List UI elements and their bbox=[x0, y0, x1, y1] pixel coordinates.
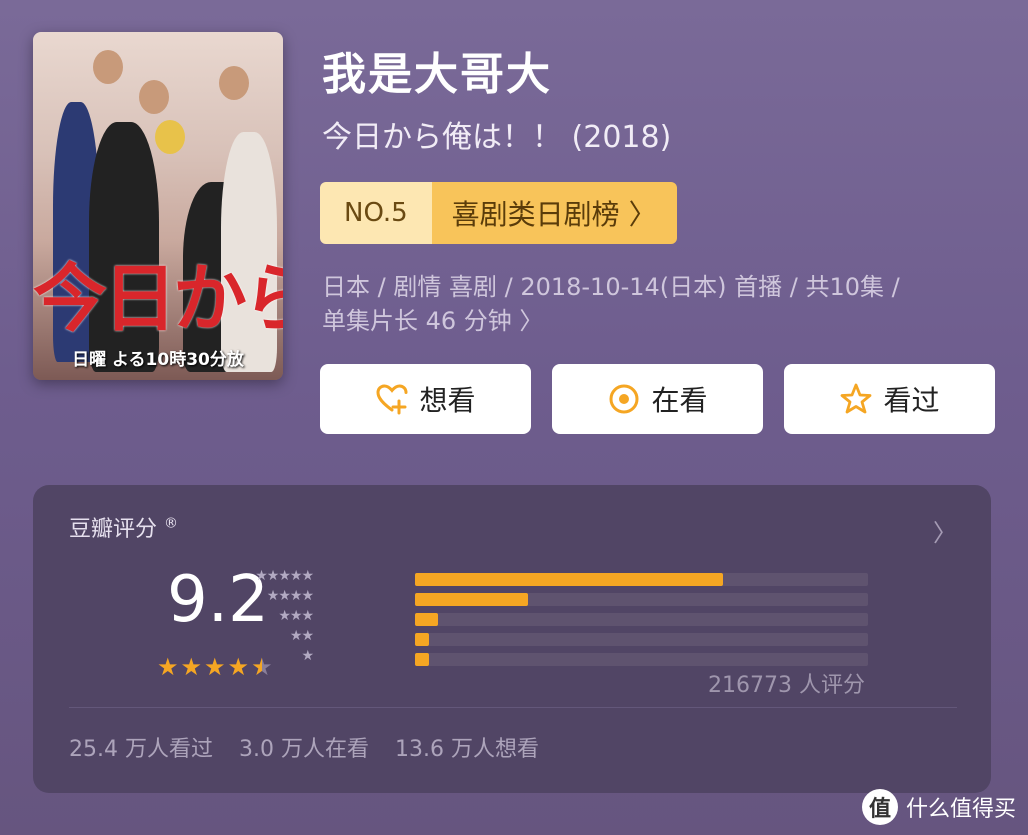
poster-head bbox=[219, 66, 249, 100]
target-icon bbox=[609, 384, 639, 414]
rating-count: 216773 人评分 bbox=[708, 673, 865, 698]
rating-star-icon: ★ bbox=[180, 653, 203, 681]
star-outline-icon bbox=[841, 383, 872, 414]
want-count: 13.6 万人想看 bbox=[394, 737, 539, 762]
watching-count: 3.0 万人在看 bbox=[238, 737, 369, 762]
watched-label: 看过 bbox=[883, 384, 940, 417]
audience-stats: 25.4 万人看过 3.0 万人在看 13.6 万人想看 bbox=[69, 731, 539, 763]
rank-badge[interactable]: NO.5 喜剧类日剧榜 〉 bbox=[320, 182, 677, 244]
registered-mark: ® bbox=[164, 515, 179, 532]
original-title: 今日から俺は！！ (2018) bbox=[322, 120, 672, 155]
poster-title-overlay: 今日から俺 bbox=[33, 256, 283, 342]
divider bbox=[69, 707, 957, 708]
poster-image[interactable]: 今日から俺 日曜 よる10時30分放 bbox=[33, 32, 283, 380]
page-title: 我是大哥大 bbox=[322, 49, 552, 100]
poster-head bbox=[155, 120, 185, 154]
rank-number: NO.5 bbox=[320, 182, 432, 244]
watermark-logo-icon: 值 bbox=[861, 789, 898, 825]
watched-button[interactable]: 看过 bbox=[784, 364, 995, 434]
rating-title: 豆瓣评分 ® bbox=[69, 511, 178, 543]
chevron-right-icon[interactable]: 〉 bbox=[933, 513, 957, 548]
rating-card[interactable]: 豆瓣评分 ® 〉 9.2 ★ ★ ★ ★ ★ ★★★★★ ★★★★ ★★★ ★★ ★ 21677… bbox=[33, 485, 991, 793]
rating-bar-track bbox=[415, 633, 868, 646]
action-bar: 想看 在看 看过 bbox=[320, 364, 995, 434]
rating-bar-fill bbox=[415, 573, 724, 586]
rating-bar-track bbox=[415, 653, 868, 666]
poster-head bbox=[93, 50, 123, 84]
poster-airtime: 日曜 よる10時30分放 bbox=[72, 350, 244, 370]
rating-bar-fill bbox=[415, 613, 438, 626]
meta-line-2: 单集片长 46 分钟 〉 bbox=[322, 307, 544, 335]
site-watermark: 值 什么值得买 bbox=[861, 789, 1016, 825]
watching-label: 在看 bbox=[651, 384, 708, 417]
want-to-watch-button[interactable]: 想看 bbox=[320, 364, 531, 434]
rating-bar-fill bbox=[415, 653, 429, 666]
watched-count: 25.4 万人看过 bbox=[69, 737, 213, 762]
rank-board-link[interactable]: 喜剧类日剧榜 〉 bbox=[431, 182, 677, 244]
rating-star-icon: ★ bbox=[157, 653, 179, 681]
watching-button[interactable]: 在看 bbox=[552, 364, 763, 434]
star-level-label: ★★ bbox=[289, 628, 314, 644]
star-level-label: ★★★ bbox=[278, 608, 314, 624]
heart-plus-icon bbox=[376, 384, 408, 415]
star-level-label: ★★★★ bbox=[266, 588, 314, 604]
want-label: 想看 bbox=[419, 384, 476, 417]
show-meta[interactable]: 日本 / 剧情 喜剧 / 2018-10-14(日本) 首播 / 共10集 / … bbox=[322, 270, 992, 338]
rating-bar-track bbox=[415, 593, 868, 606]
rating-bar-track bbox=[415, 573, 868, 586]
rating-bar-fill bbox=[415, 633, 429, 646]
star-level-label: ★★★★★ bbox=[255, 568, 314, 584]
rating-title-text: 豆瓣评分 bbox=[69, 517, 158, 542]
watermark-label: 什么值得买 bbox=[905, 797, 1016, 822]
rating-bar-track bbox=[415, 613, 868, 626]
meta-line-1: 日本 / 剧情 喜剧 / 2018-10-14(日本) 首播 / 共10集 / bbox=[322, 273, 900, 301]
rating-bar-fill bbox=[415, 593, 529, 606]
star-level-label: ★ bbox=[301, 648, 314, 664]
poster-head bbox=[139, 80, 169, 114]
